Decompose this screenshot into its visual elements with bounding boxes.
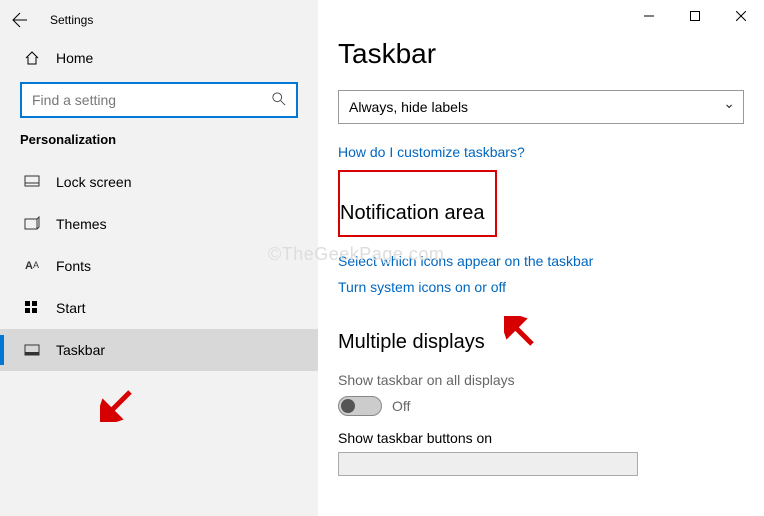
main-panel: Taskbar Always, hide labels How do I cus…: [318, 0, 764, 516]
sidebar-item-start[interactable]: Start: [0, 287, 318, 329]
sidebar-item-label: Start: [56, 300, 86, 316]
toggle-state-label: Off: [392, 398, 410, 414]
search-input[interactable]: [32, 92, 272, 108]
show-buttons-dropdown[interactable]: [338, 452, 638, 476]
link-select-icons[interactable]: Select which icons appear on the taskbar: [338, 253, 744, 269]
page-title: Taskbar: [338, 38, 744, 70]
maximize-button[interactable]: [672, 0, 718, 32]
lock-screen-icon: [20, 174, 44, 190]
themes-icon: [20, 216, 44, 232]
search-box[interactable]: [20, 82, 298, 118]
sidebar-item-taskbar[interactable]: Taskbar: [0, 329, 318, 371]
sidebar-item-label: Fonts: [56, 258, 91, 274]
taskbar-icon: [20, 342, 44, 358]
setting-show-all-displays-label: Show taskbar on all displays: [338, 372, 744, 388]
app-title: Settings: [50, 13, 93, 27]
annotation-arrow-icon: [504, 316, 538, 355]
search-icon: [272, 92, 286, 109]
sidebar: Settings Home Personalization Lock scree…: [0, 0, 318, 516]
section-title-notification: Notification area: [340, 202, 485, 225]
minimize-button[interactable]: [626, 0, 672, 32]
annotation-arrow-icon: [100, 388, 134, 427]
link-system-icons[interactable]: Turn system icons on or off: [338, 279, 744, 295]
sidebar-item-label: Taskbar: [56, 342, 105, 358]
taskbar-combine-dropdown[interactable]: Always, hide labels: [338, 90, 744, 124]
annotation-highlight-box: Notification area: [338, 170, 497, 237]
start-icon: [20, 300, 44, 316]
sidebar-item-home[interactable]: Home: [0, 40, 318, 76]
window-controls: [626, 0, 764, 32]
sidebar-item-fonts[interactable]: AA Fonts: [0, 245, 318, 287]
dropdown-value: Always, hide labels: [349, 99, 468, 115]
home-label: Home: [56, 50, 93, 66]
section-title-multiple-displays: Multiple displays: [338, 331, 485, 354]
fonts-icon: AA: [20, 260, 44, 272]
back-button[interactable]: [0, 0, 40, 40]
link-customize-taskbars[interactable]: How do I customize taskbars?: [338, 144, 744, 160]
close-button[interactable]: [718, 0, 764, 32]
setting-show-buttons-label: Show taskbar buttons on: [338, 430, 744, 446]
sidebar-item-label: Lock screen: [56, 174, 131, 190]
home-icon: [20, 50, 44, 66]
sidebar-item-label: Themes: [56, 216, 107, 232]
sidebar-item-lock-screen[interactable]: Lock screen: [0, 161, 318, 203]
category-title: Personalization: [20, 132, 298, 147]
toggle-show-all-displays[interactable]: [338, 396, 382, 416]
sidebar-item-themes[interactable]: Themes: [0, 203, 318, 245]
